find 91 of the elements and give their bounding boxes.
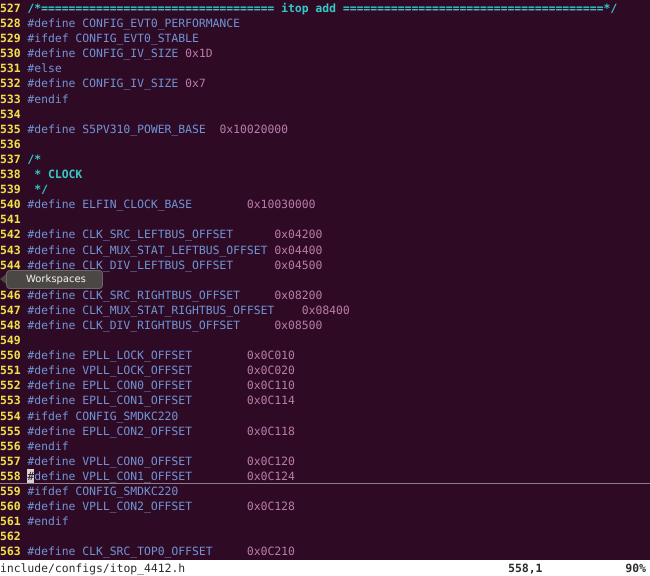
line-number: 533 [0, 92, 21, 107]
line-number: 528 [0, 16, 21, 32]
hex-value: 0x0C128 [246, 499, 295, 514]
code-text: #define VPLL_LOCK_OFFSET [27, 363, 192, 378]
line-number: 556 [0, 438, 21, 454]
hex-value: 0x08200 [274, 288, 322, 302]
line-number: 536 [0, 136, 21, 152]
line-number: 543 [0, 242, 21, 258]
code-text: #define VPLL_CON0_OFFSET [27, 454, 192, 468]
code-text: #ifdef CONFIG_SMDKC220 [27, 484, 178, 498]
code-text: #define CLK_DIV_LEFTBUS_OFFSET [27, 258, 234, 272]
line-number: 555 [0, 424, 21, 439]
hex-value: 0x08500 [274, 318, 322, 332]
hex-value: 0x0C020 [246, 363, 295, 378]
scroll-percent: 90% [625, 560, 646, 576]
code-text: #define EPLL_CON1_OFFSET [27, 393, 192, 408]
hex-value: 0x04200 [274, 227, 322, 242]
code-text: define VPLL_CON1_OFFSET [34, 468, 192, 483]
code-text: #define CONFIG_EVT0_PERFORMANCE [27, 16, 240, 30]
code-text: #endif [27, 92, 69, 106]
code-text: #define CLK_SRC_LEFTBUS_OFFSET [27, 227, 234, 242]
line-number: 540 [0, 197, 21, 212]
hex-value: 0x0C110 [246, 378, 295, 392]
line-number: 562 [0, 529, 21, 544]
line-number: 561 [0, 514, 21, 530]
line-number: 529 [0, 31, 21, 46]
hex-value: 0x0C124 [246, 468, 295, 483]
code-text: #define VPLL_CON2_OFFSET [27, 499, 192, 514]
line-number: 535 [0, 122, 21, 137]
line-number: 558 [0, 468, 21, 484]
line-number: 552 [0, 378, 21, 394]
line-number: 541 [0, 212, 21, 228]
line-number: 531 [0, 61, 21, 76]
line-number: 549 [0, 333, 21, 348]
line-number: 538 [0, 167, 21, 182]
code-text: #define ELFIN_CLOCK_BASE [27, 197, 192, 212]
line-number: 560 [0, 499, 21, 514]
code-text: #endif [27, 514, 69, 528]
line-number: 532 [0, 76, 21, 92]
cursor-position: 558,1 [508, 560, 542, 576]
comment-text: /*================================== itop add ======================================*/ [27, 1, 618, 15]
code-text: #define CONFIG_IV_SIZE [27, 76, 178, 90]
code-text: #define S5PV310_POWER_BASE [27, 122, 206, 136]
hex-value: 0x1D [185, 46, 213, 60]
line-number: 557 [0, 454, 21, 469]
code-text: #define CLK_SRC_TOP0_OFFSET [27, 544, 213, 558]
hex-value: 0x0C114 [246, 393, 295, 408]
comment-text: * CLOCK [34, 167, 82, 182]
hex-value: 0x0C118 [246, 424, 295, 438]
line-number: 534 [0, 106, 21, 122]
comment-text: */ [34, 182, 48, 196]
comment-text: /* [27, 152, 42, 166]
hex-value: 0x0C010 [246, 348, 295, 362]
line-number: 559 [0, 484, 21, 500]
hex-value: 0x0C210 [246, 544, 295, 558]
code-text: #ifdef CONFIG_SMDKC220 [27, 408, 178, 423]
line-number: 542 [0, 227, 21, 242]
code-text: #define CLK_SRC_RIGHTBUS_OFFSET [27, 288, 240, 302]
line-number: 550 [0, 348, 21, 364]
line-number: 527 [0, 1, 21, 16]
hex-value: 0x08400 [302, 302, 350, 317]
hex-value: 0x10030000 [246, 197, 316, 212]
code-text: #define CLK_MUX_STAT_RIGHTBUS_OFFSET [27, 302, 274, 317]
hex-value: 0x0C120 [246, 454, 295, 468]
code-text: #define CLK_MUX_STAT_LEFTBUS_OFFSET [27, 242, 268, 256]
file-path: include/configs/itop_4412.h [0, 560, 186, 576]
code-text: #define EPLL_CON0_OFFSET [27, 378, 192, 392]
line-number: 563 [0, 544, 21, 560]
tooltip: Workspaces [0, 270, 103, 289]
hex-value: 0x04400 [274, 242, 322, 256]
hex-value: 0x7 [185, 76, 206, 90]
text-cursor: # [27, 468, 34, 483]
line-number: 547 [0, 302, 21, 318]
line-number: 537 [0, 152, 21, 168]
code-text: #define CLK_DIV_RIGHTBUS_OFFSET [27, 318, 240, 332]
line-number: 548 [0, 318, 21, 334]
code-text: #else [27, 61, 62, 76]
code-text: #define EPLL_CON2_OFFSET [27, 424, 192, 438]
hex-value: 0x04500 [274, 258, 322, 272]
line-number: 553 [0, 393, 21, 409]
code-text: #ifdef CONFIG_EVT0_STABLE [27, 31, 199, 46]
code-text: #define CONFIG_IV_SIZE [27, 46, 178, 60]
line-number: 544 [0, 258, 21, 273]
line-number: 539 [0, 182, 21, 198]
line-number: 551 [0, 363, 21, 378]
line-number: 546 [0, 288, 21, 303]
line-number: 530 [0, 46, 21, 62]
hex-value: 0x10020000 [219, 122, 288, 136]
code-text: #define EPLL_LOCK_OFFSET [27, 348, 192, 362]
line-number: 554 [0, 408, 21, 424]
code-text: #endif [27, 438, 69, 453]
